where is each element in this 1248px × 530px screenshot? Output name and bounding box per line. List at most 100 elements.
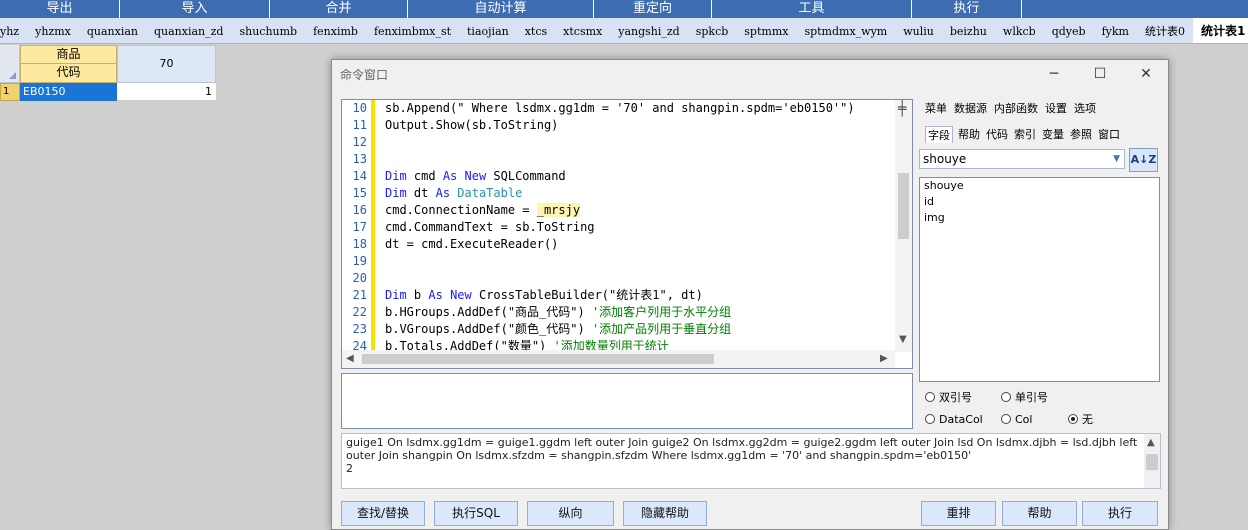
menu-redirect[interactable]: 重定向 (594, 0, 712, 18)
tab-yangshi-zd[interactable]: yangshi_zd (610, 18, 687, 43)
tab-fenximbmx-st[interactable]: fenximbmx_st (366, 18, 459, 43)
command-input-area[interactable] (341, 373, 913, 429)
tab-help[interactable]: 帮助 (957, 126, 981, 143)
row-header[interactable]: 1 (0, 83, 20, 101)
vertical-scroll-thumb[interactable] (898, 173, 909, 239)
cell-value[interactable]: 1 (117, 83, 216, 101)
help-button[interactable]: 帮助 (1002, 501, 1077, 526)
code-line[interactable]: Dim cmd As New SQLCommand (385, 168, 895, 185)
list-item[interactable]: id (920, 194, 1159, 210)
menu-export[interactable]: 导出 (0, 0, 120, 18)
maximize-button[interactable]: ☐ (1077, 60, 1123, 90)
radio-none[interactable]: 无 (1068, 411, 1093, 427)
editor-horizontal-scrollbar[interactable]: ◀ ▶ (342, 350, 895, 368)
tab-xtcsmx[interactable]: xtcsmx (555, 18, 610, 43)
tab-yhzmx[interactable]: yhzmx (27, 18, 79, 43)
code-line[interactable]: Dim b As New CrossTableBuilder("统计表1", d… (385, 287, 895, 304)
menu-merge[interactable]: 合并 (270, 0, 408, 18)
rearrange-button[interactable]: 重排 (921, 501, 996, 526)
code-line[interactable]: dt = cmd.ExecuteReader() (385, 236, 895, 253)
list-item[interactable]: img (920, 210, 1159, 226)
column-header-product[interactable]: 商品 (20, 45, 117, 64)
code-line[interactable] (385, 270, 895, 287)
tab-code[interactable]: 代码 (985, 126, 1009, 143)
tab-qdyeb[interactable]: qdyeb (1044, 18, 1094, 43)
output-scroll-thumb[interactable] (1146, 454, 1158, 470)
tab-fenximb[interactable]: fenximb (305, 18, 366, 43)
code-line[interactable]: Dim dt As DataTable (385, 185, 895, 202)
tab-menu[interactable]: 菜单 (925, 100, 947, 116)
code-line[interactable]: b.HGroups.AddDef("商品_代码") '添加客户列用于水平分组 (385, 304, 895, 321)
sort-button[interactable]: A↓Z (1129, 148, 1158, 172)
table-select[interactable]: shouye ▼ (919, 149, 1125, 169)
code-editor[interactable]: 10 11 12 13 14 15 16 17 18 19 20 21 22 2… (341, 99, 913, 369)
cell-product-code[interactable]: EB0150 (20, 83, 117, 101)
tab-datasource[interactable]: 数据源 (954, 100, 987, 116)
horizontal-scroll-thumb[interactable] (362, 354, 714, 364)
tab-spkcb[interactable]: spkcb (688, 18, 737, 43)
radio-double-quote[interactable]: 双引号 (925, 389, 1001, 405)
find-replace-button[interactable]: 查找/替换 (341, 501, 425, 526)
close-button[interactable]: ✕ (1123, 60, 1168, 90)
menu-auto-calc[interactable]: 自动计算 (408, 0, 594, 18)
scroll-up-icon[interactable]: ▲ (1147, 436, 1155, 449)
code-line[interactable]: cmd.CommandText = sb.ToString (385, 219, 895, 236)
tab-wlkcb[interactable]: wlkcb (995, 18, 1044, 43)
tab-sptmdmx-wym[interactable]: sptmdmx_wym (796, 18, 895, 43)
code-line[interactable]: b.Totals.AddDef("数量") '添加数量列用于统计 (385, 338, 895, 350)
tab-quanxian[interactable]: quanxian (79, 18, 146, 43)
minimize-button[interactable]: ─ (1031, 60, 1077, 90)
editor-vertical-scrollbar[interactable]: ╪ ▼ (895, 100, 912, 352)
radio-col[interactable]: Col (1001, 413, 1068, 426)
tab-stat0[interactable]: 统计表0 (1137, 18, 1193, 43)
tab-internal-functions[interactable]: 内部函数 (994, 100, 1038, 116)
chevron-down-icon[interactable]: ▼ (1113, 150, 1120, 168)
tab-stat1[interactable]: 统计表1 (1192, 18, 1248, 43)
tab-index[interactable]: 索引 (1013, 126, 1037, 143)
tab-shuchumb[interactable]: shuchumb (231, 18, 305, 43)
code-line[interactable]: sb.Append(" Where lsdmx.gg1dm = '70' and… (385, 100, 895, 117)
hide-help-button[interactable]: 隐藏帮助 (623, 501, 707, 526)
tab-fykm[interactable]: fykm (1094, 18, 1137, 43)
execute-button[interactable]: 执行 (1082, 501, 1158, 526)
tab-window[interactable]: 窗口 (1097, 126, 1121, 143)
menu-import[interactable]: 导入 (120, 0, 270, 18)
code-line[interactable]: cmd.ConnectionName = _mrsjy (385, 202, 895, 219)
code-line[interactable]: b.VGroups.AddDef("颜色_代码") '添加产品列用于垂直分组 (385, 321, 895, 338)
split-handle-icon[interactable]: ╪ (898, 101, 906, 117)
column-header-70[interactable]: 70 (117, 45, 216, 83)
execute-sql-button[interactable]: 执行SQL (434, 501, 518, 526)
tab-quanxian-zd[interactable]: quanxian_zd (146, 18, 231, 43)
scroll-left-icon[interactable]: ◀ (346, 353, 354, 364)
code-lines[interactable]: sb.Append(" Where lsdmx.gg1dm = '70' and… (385, 100, 895, 350)
tab-beizhu[interactable]: beizhu (942, 18, 995, 43)
radio-datacol[interactable]: DataCol (925, 413, 1001, 426)
radio-single-quote[interactable]: 单引号 (1001, 389, 1048, 405)
code-line[interactable]: Output.Show(sb.ToString) (385, 117, 895, 134)
tab-sptmmx[interactable]: sptmmx (736, 18, 796, 43)
tab-wuliu[interactable]: wuliu (895, 18, 942, 43)
scroll-right-icon[interactable]: ▶ (880, 353, 888, 364)
scroll-down-icon[interactable]: ▼ (899, 334, 907, 345)
tab-reference[interactable]: 参照 (1069, 126, 1093, 143)
tab-settings[interactable]: 设置 (1045, 100, 1067, 116)
output-pane[interactable]: guige1 On lsdmx.gg1dm = guige1.ggdm left… (341, 433, 1161, 489)
line-number: 15 (352, 186, 367, 200)
right-panel-tabs-bottom: 字段 帮助 代码 索引 变量 参照 窗口 (925, 126, 1121, 143)
menu-execute[interactable]: 执行 (912, 0, 1022, 18)
vertical-layout-button[interactable]: 纵向 (527, 501, 614, 526)
tab-tiaojian[interactable]: tiaojian (459, 18, 517, 43)
code-line[interactable] (385, 151, 895, 168)
tab-options[interactable]: 选项 (1074, 100, 1096, 116)
tab-xtcs[interactable]: xtcs (517, 18, 555, 43)
list-item[interactable]: shouye (920, 178, 1159, 194)
output-scrollbar[interactable]: ▲ (1144, 434, 1160, 488)
tab-yhz[interactable]: yhz (0, 18, 27, 43)
column-header-code[interactable]: 代码 (20, 63, 117, 83)
code-line[interactable] (385, 134, 895, 151)
tab-variables[interactable]: 变量 (1041, 126, 1065, 143)
menu-tools[interactable]: 工具 (712, 0, 912, 18)
tab-fields[interactable]: 字段 (925, 126, 953, 143)
grid-select-all[interactable] (0, 45, 20, 83)
code-line[interactable] (385, 253, 895, 270)
